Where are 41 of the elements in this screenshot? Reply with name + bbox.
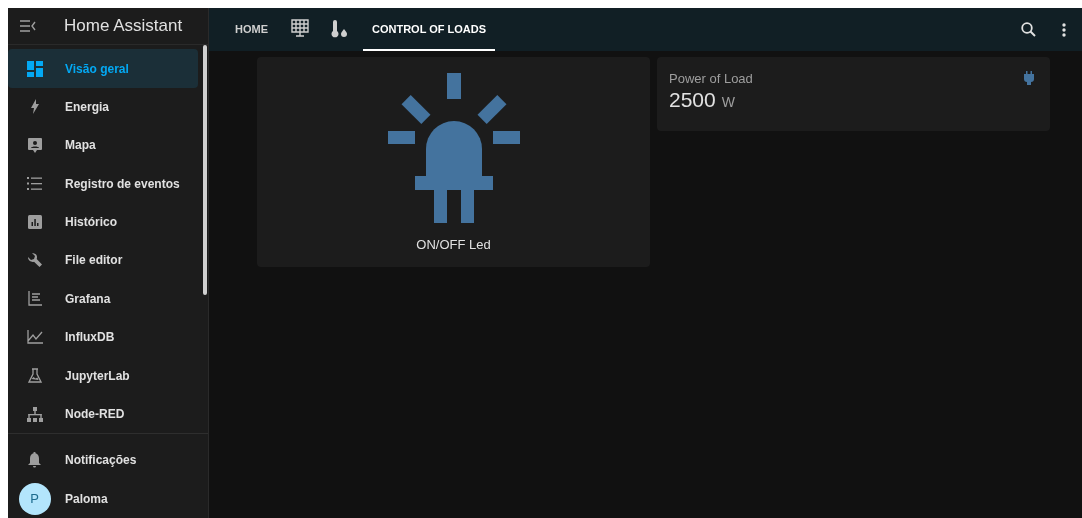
- sidebar-item[interactable]: Registro de eventos: [8, 164, 198, 203]
- sensor-unit: W: [721, 94, 735, 110]
- line-chart-icon: [26, 330, 43, 345]
- map-pin-icon: [27, 137, 42, 153]
- led-icon: [387, 73, 520, 223]
- user-item[interactable]: P Paloma: [8, 479, 202, 518]
- scrollbar[interactable]: [203, 45, 207, 296]
- tab[interactable]: CONTROL OF LOADS: [363, 8, 496, 51]
- plug-icon: [1024, 71, 1034, 85]
- list-icon: [27, 177, 42, 191]
- sidebar-item[interactable]: Visão geral: [8, 49, 198, 88]
- sensor-value: 2500: [669, 88, 716, 112]
- sidebar-item[interactable]: JupyterLab: [8, 356, 198, 395]
- app-title: Home Assistant: [64, 16, 183, 37]
- solar-panel-icon: [291, 18, 309, 39]
- hierarchy-icon: [26, 406, 43, 422]
- user-avatar: P: [18, 482, 51, 515]
- bell-icon: [28, 452, 41, 469]
- flask-icon: [27, 368, 42, 384]
- sidebar-item[interactable]: InfluxDB: [8, 318, 198, 357]
- sidebar-item[interactable]: Node-RED: [8, 394, 198, 434]
- sidebar-item[interactable]: Energia: [8, 87, 198, 127]
- sidebar-item[interactable]: Histórico: [8, 202, 198, 242]
- sidebar-item[interactable]: File editor: [8, 241, 198, 280]
- notifications-item[interactable]: Notificações: [8, 441, 202, 480]
- card-label: ON/OFF Led: [416, 237, 491, 252]
- wrench-icon: [27, 252, 42, 268]
- more-options-icon[interactable]: [1062, 22, 1066, 37]
- thermometer-drop-icon: [331, 19, 349, 38]
- bar-chart-icon: [27, 215, 42, 230]
- search-icon[interactable]: [1021, 22, 1036, 37]
- lightning-icon: [30, 99, 39, 115]
- sensor-name: Power of Load: [669, 71, 753, 86]
- tab[interactable]: HOME: [226, 8, 277, 51]
- dashboard-icon: [26, 60, 43, 77]
- sidebar-item[interactable]: Mapa: [8, 126, 198, 165]
- sidebar-item[interactable]: Grafana: [8, 279, 198, 319]
- chart-lines-icon: [27, 291, 42, 307]
- sensor-card[interactable]: Power of Load 2500 W: [657, 57, 1050, 131]
- button-card[interactable]: ON/OFF Led: [257, 57, 650, 267]
- menu-icon[interactable]: [20, 20, 36, 33]
